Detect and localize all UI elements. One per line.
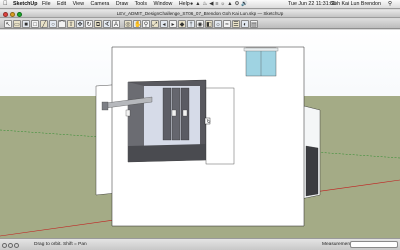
pipe-cap — [101, 101, 109, 111]
push-pull-icon[interactable]: ⇧ — [67, 20, 75, 28]
orbit-cursor-icon: ↻ — [207, 119, 211, 125]
menu-view[interactable]: View — [73, 1, 84, 7]
app-menu[interactable]: SketchUp — [13, 0, 37, 9]
model-scene: ↻ — [0, 46, 400, 238]
layers-icon[interactable]: ☰ — [232, 20, 240, 28]
line-tool-icon[interactable]: ╱ — [40, 20, 48, 28]
menu-file[interactable]: File — [42, 1, 51, 7]
geo-location-icon[interactable] — [2, 243, 7, 248]
interior-floor — [128, 144, 206, 162]
measurements-input[interactable] — [350, 241, 398, 248]
tape-measure-icon[interactable]: ∢ — [103, 20, 111, 28]
apple-icon[interactable]:  — [3, 0, 8, 9]
shadow-icon[interactable]: ☼ — [214, 20, 222, 28]
move-tool-icon[interactable]: ✥ — [76, 20, 84, 28]
help-icon[interactable] — [14, 243, 19, 248]
select-tool-icon[interactable]: ↖ — [4, 20, 12, 28]
section-plane-icon[interactable]: ◧ — [205, 20, 213, 28]
menu-extras-icons[interactable]: ●▲♨◀≡☼▲⚙🔊 — [190, 0, 250, 9]
menu-window[interactable]: Window — [153, 1, 172, 7]
paint-bucket-icon[interactable]: ■ — [22, 20, 30, 28]
rectangle-tool-icon[interactable]: □ — [31, 20, 39, 28]
right-wing-dark-base — [305, 145, 319, 197]
menu-draw[interactable]: Draw — [116, 1, 128, 7]
offset-tool-icon[interactable]: ⧉ — [94, 20, 102, 28]
status-bar: Drag to orbit. Shift = Pan Measurements — [0, 238, 400, 250]
menu-user[interactable]: Goh Kai Lun Brendon — [330, 0, 381, 9]
menu-camera[interactable]: Camera — [91, 1, 110, 7]
window-sill — [243, 47, 279, 52]
walk-tool-icon[interactable]: † — [187, 20, 195, 28]
fixture — [171, 109, 177, 117]
pan-tool-icon[interactable]: ✋ — [133, 20, 141, 28]
window-title: LEV_ADMIT_DesignChallenge_ST06_07_Brendo… — [116, 11, 284, 16]
menu-edit[interactable]: Edit — [57, 1, 66, 7]
screen:  SketchUp File Edit View Camera Draw To… — [0, 0, 400, 250]
door-panel — [205, 87, 235, 165]
eraser-tool-icon[interactable]: ▭ — [13, 20, 21, 28]
menu-bar:  SketchUp File Edit View Camera Draw To… — [0, 0, 400, 9]
menu-items: File Edit View Camera Draw Tools Window … — [42, 0, 195, 9]
materials-icon[interactable]: ◐ — [241, 20, 249, 28]
menu-help[interactable]: Help — [179, 1, 190, 7]
model-viewport[interactable]: ↻ — [0, 30, 400, 238]
window-title-bar: LEV_ADMIT_DesignChallenge_ST06_07_Brendo… — [0, 10, 400, 18]
fixture — [125, 109, 131, 117]
circle-tool-icon[interactable]: ○ — [49, 20, 57, 28]
fixture — [182, 109, 188, 117]
menu-clock[interactable]: Tue Jun 22 11:31:35 — [288, 0, 336, 9]
measurements-label: Measurements — [322, 242, 354, 247]
orbit-tool-icon[interactable]: ◎ — [124, 20, 132, 28]
next-view-icon[interactable]: ▸ — [169, 20, 177, 28]
interior-panel — [162, 87, 172, 141]
spotlight-icon[interactable]: ⚲ — [388, 0, 392, 9]
arc-tool-icon[interactable]: ⌒ — [58, 20, 66, 28]
menu-tools[interactable]: Tools — [135, 1, 147, 7]
fog-icon[interactable]: ≈ — [223, 20, 231, 28]
look-around-icon[interactable]: ◉ — [196, 20, 204, 28]
status-icons — [2, 242, 30, 248]
zoom-extents-icon[interactable]: ⤢ — [151, 20, 159, 28]
previous-view-icon[interactable]: ◂ — [160, 20, 168, 28]
rotate-tool-icon[interactable]: ↻ — [85, 20, 93, 28]
toolbar: ↖ ▭ ■ □ ╱ ○ ⌒ ⇧ ✥ ↻ ⧉ ∢ A ◎ ✋ ⚲ ⤢ ◂ ▸ ◆ † ◉ ◧ ☼ ≈ ☰ ◐ ▤ — [0, 19, 400, 29]
text-tool-icon[interactable]: A — [112, 20, 120, 28]
styles-icon[interactable]: ▤ — [250, 20, 258, 28]
credits-icon[interactable] — [8, 243, 13, 248]
status-hint: Drag to orbit. Shift = Pan — [34, 242, 87, 247]
components-icon[interactable]: ◆ — [178, 20, 186, 28]
zoom-tool-icon[interactable]: ⚲ — [142, 20, 150, 28]
